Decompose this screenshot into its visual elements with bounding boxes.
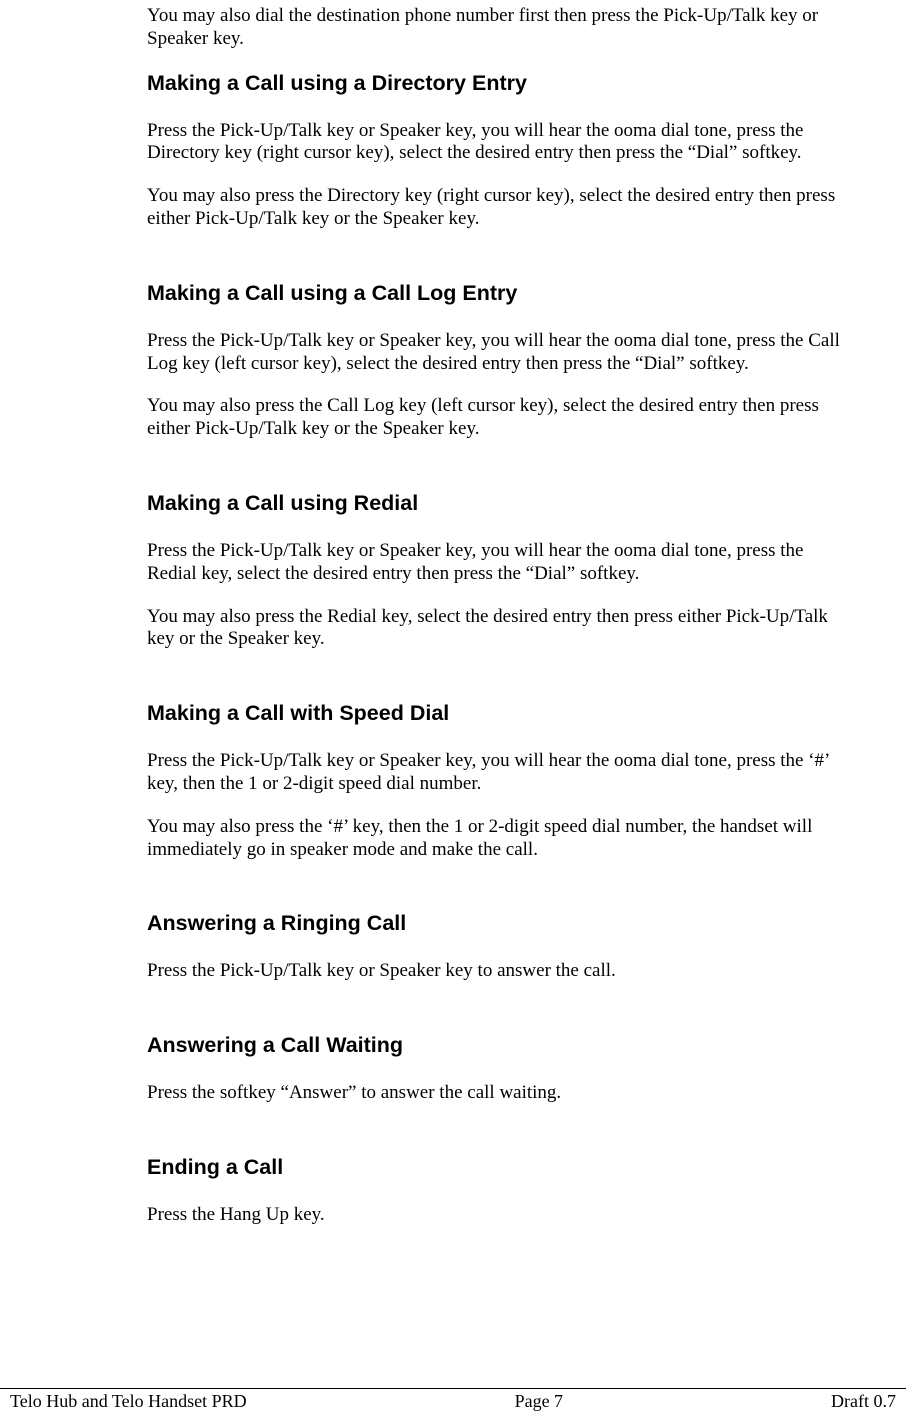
section-heading: Making a Call using a Directory Entry bbox=[147, 71, 856, 96]
footer-right: Draft 0.7 bbox=[831, 1391, 906, 1412]
page-content: You may also dial the destination phone … bbox=[0, 0, 906, 1227]
section-paragraph: You may also press the Directory key (ri… bbox=[147, 185, 856, 231]
section-heading: Making a Call using Redial bbox=[147, 491, 856, 516]
page-footer: Telo Hub and Telo Handset PRD Page 7 Dra… bbox=[0, 1388, 906, 1412]
intro-paragraph: You may also dial the destination phone … bbox=[147, 5, 856, 51]
section-paragraph: You may also press the Call Log key (lef… bbox=[147, 395, 856, 441]
footer-left: Telo Hub and Telo Handset PRD bbox=[0, 1391, 247, 1412]
section-paragraph: You may also press the ‘#’ key, then the… bbox=[147, 816, 856, 862]
section-paragraph: Press the Hang Up key. bbox=[147, 1204, 856, 1227]
section-paragraph: You may also press the Redial key, selec… bbox=[147, 606, 856, 652]
section-heading: Answering a Call Waiting bbox=[147, 1033, 856, 1058]
section-paragraph: Press the Pick-Up/Talk key or Speaker ke… bbox=[147, 750, 856, 796]
section-paragraph: Press the softkey “Answer” to answer the… bbox=[147, 1082, 856, 1105]
section-heading: Making a Call with Speed Dial bbox=[147, 701, 856, 726]
section-paragraph: Press the Pick-Up/Talk key or Speaker ke… bbox=[147, 540, 856, 586]
section-paragraph: Press the Pick-Up/Talk key or Speaker ke… bbox=[147, 330, 856, 376]
section-paragraph: Press the Pick-Up/Talk key or Speaker ke… bbox=[147, 120, 856, 166]
section-paragraph: Press the Pick-Up/Talk key or Speaker ke… bbox=[147, 960, 856, 983]
section-heading: Ending a Call bbox=[147, 1155, 856, 1180]
section-heading: Answering a Ringing Call bbox=[147, 911, 856, 936]
footer-page-number: Page 7 bbox=[515, 1391, 564, 1412]
section-heading: Making a Call using a Call Log Entry bbox=[147, 281, 856, 306]
